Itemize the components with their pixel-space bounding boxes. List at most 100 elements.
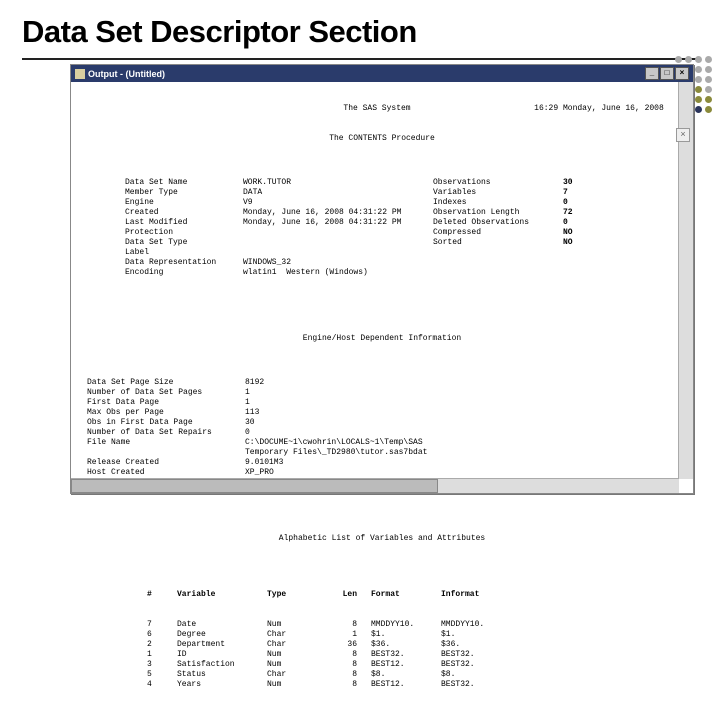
table-cell: BEST32. (371, 650, 441, 660)
horizontal-scrollbar[interactable] (71, 478, 679, 493)
engine-value: Temporary Files\_TD2980\tutor.sas7bdat (245, 448, 687, 458)
desc-value: 30 (563, 178, 603, 188)
desc-value: NO (563, 228, 603, 238)
engine-label: Number of Data Set Pages (87, 388, 245, 398)
engine-label: File Name (87, 438, 245, 448)
desc-label: Sorted (433, 238, 563, 248)
engine-label (87, 448, 245, 458)
table-cell: 8 (317, 620, 371, 630)
table-cell: 7 (147, 620, 177, 630)
engine-label: Data Set Page Size (87, 378, 245, 388)
table-cell: $36. (371, 640, 441, 650)
descriptor-block: Data Set NameMember TypeEngineCreatedLas… (77, 178, 687, 278)
table-cell: $8. (371, 670, 441, 680)
desc-value: 72 (563, 208, 603, 218)
engine-label: Host Created (87, 468, 245, 478)
engine-value: 1 (245, 398, 687, 408)
variables-section-title: Alphabetic List of Variables and Attribu… (77, 534, 687, 544)
sas-system-label: The SAS System (237, 104, 517, 114)
desc-label: Engine (125, 198, 243, 208)
table-cell: Num (267, 680, 317, 690)
table-row: 2DepartmentChar36$36.$36. (77, 640, 687, 650)
table-cell: BEST32. (441, 680, 511, 690)
engine-value: XP_PRO (245, 468, 687, 478)
table-cell: 4 (147, 680, 177, 690)
engine-value: 8192 (245, 378, 687, 388)
desc-value: 7 (563, 188, 603, 198)
desc-label: Data Set Type (125, 238, 243, 248)
desc-label: Indexes (433, 198, 563, 208)
maximize-button[interactable]: □ (660, 67, 674, 80)
engine-label: Obs in First Data Page (87, 418, 245, 428)
procedure-name: The CONTENTS Procedure (77, 134, 687, 144)
table-cell: $8. (441, 670, 511, 680)
output-content: The SAS System 16:29 Monday, June 16, 20… (71, 82, 693, 494)
close-button[interactable]: × (675, 67, 689, 80)
desc-value: wlatin1 Western (Windows) (243, 268, 433, 278)
table-cell: Date (177, 620, 267, 630)
table-cell: 1 (317, 630, 371, 640)
engine-label: Number of Data Set Repairs (87, 428, 245, 438)
run-datetime: 16:29 Monday, June 16, 2008 (534, 104, 664, 113)
table-cell: 8 (317, 660, 371, 670)
engine-label: Max Obs per Page (87, 408, 245, 418)
desc-value: Monday, June 16, 2008 04:31:22 PM (243, 218, 433, 228)
engine-label: First Data Page (87, 398, 245, 408)
table-cell: 8 (317, 680, 371, 690)
table-cell: Degree (177, 630, 267, 640)
engine-block: Data Set Page SizeNumber of Data Set Pag… (77, 378, 687, 478)
table-cell: $1. (371, 630, 441, 640)
table-cell: BEST12. (371, 680, 441, 690)
engine-value: 9.0101M3 (245, 458, 687, 468)
table-cell: 2 (147, 640, 177, 650)
table-row: 3SatisfactionNum8BEST12.BEST32. (77, 660, 687, 670)
table-cell: Char (267, 670, 317, 680)
desc-value: NO (563, 238, 603, 248)
desc-value: DATA (243, 188, 433, 198)
desc-value (243, 248, 433, 258)
desc-label: Label (125, 248, 243, 258)
table-cell: $36. (441, 640, 511, 650)
table-cell: ID (177, 650, 267, 660)
desc-label: Deleted Observations (433, 218, 563, 228)
window-title: Output - (Untitled) (88, 69, 165, 79)
engine-section-title: Engine/Host Dependent Information (77, 334, 687, 344)
table-cell: 3 (147, 660, 177, 670)
table-row: 1IDNum8BEST32.BEST32. (77, 650, 687, 660)
table-cell: Num (267, 620, 317, 630)
desc-label: Encoding (125, 268, 243, 278)
desc-label: Compressed (433, 228, 563, 238)
desc-value: Monday, June 16, 2008 04:31:22 PM (243, 208, 433, 218)
table-row: 4YearsNum8BEST12.BEST32. (77, 680, 687, 690)
desc-label: Observations (433, 178, 563, 188)
table-cell: Num (267, 660, 317, 670)
engine-value: 0 (245, 428, 687, 438)
desc-label: Created (125, 208, 243, 218)
desc-value: 0 (563, 218, 603, 228)
scrollbar-thumb[interactable] (71, 479, 438, 493)
engine-label: Release Created (87, 458, 245, 468)
window-titlebar[interactable]: Output - (Untitled) _ □ × (71, 65, 693, 82)
desc-label: Member Type (125, 188, 243, 198)
table-cell: 8 (317, 670, 371, 680)
table-cell: Years (177, 680, 267, 690)
desc-value: WORK.TUTOR (243, 178, 433, 188)
title-underline (22, 58, 700, 60)
table-row: 7DateNum8MMDDYY10.MMDDYY10. (77, 620, 687, 630)
desc-value: WINDOWS_32 (243, 258, 433, 268)
window-icon (75, 69, 85, 79)
table-cell: 6 (147, 630, 177, 640)
table-cell: 1 (147, 650, 177, 660)
desc-value (243, 228, 433, 238)
minimize-button[interactable]: _ (645, 67, 659, 80)
desc-label: Data Set Name (125, 178, 243, 188)
table-cell: Satisfaction (177, 660, 267, 670)
table-cell: Status (177, 670, 267, 680)
table-cell: 5 (147, 670, 177, 680)
variables-rows: 7DateNum8MMDDYY10.MMDDYY10.6DegreeChar1$… (77, 620, 687, 690)
desc-label: Protection (125, 228, 243, 238)
desc-label: Observation Length (433, 208, 563, 218)
overlay-close-icon[interactable]: × (676, 128, 690, 142)
desc-value (243, 238, 433, 248)
page-title: Data Set Descriptor Section (0, 0, 720, 58)
